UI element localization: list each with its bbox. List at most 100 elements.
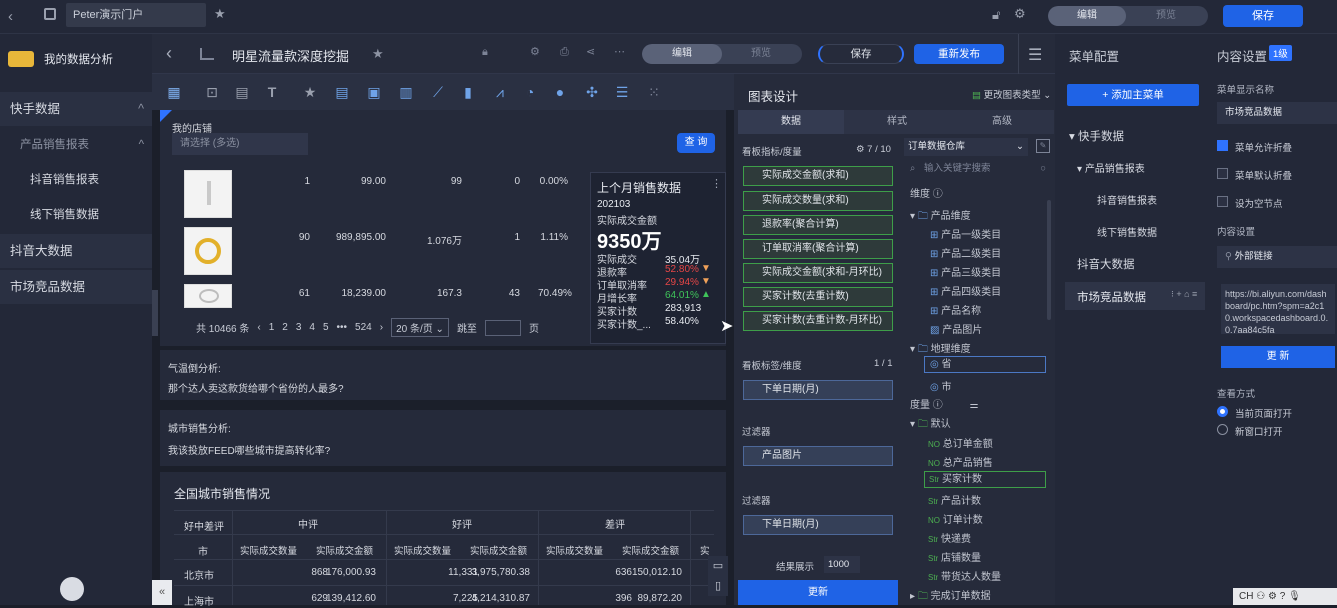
star-icon[interactable]: ★ [300, 82, 320, 102]
tree-folder[interactable]: ▸ 🗀︎ 完成订单数据 [910, 587, 991, 606]
url-textarea[interactable]: https://bi.aliyun.com/dashboard/pc.htm?s… [1221, 284, 1335, 334]
save-button[interactable]: 保存 [1223, 5, 1303, 27]
page-button[interactable]: 524 [355, 322, 372, 333]
query-button[interactable]: 查 询 [677, 133, 715, 153]
star-icon[interactable]: ★ [214, 6, 226, 22]
pivot-icon[interactable]: ▥ [396, 82, 416, 102]
ime-icon[interactable]: ⚇ [1256, 591, 1265, 602]
lock-icon[interactable]: 🔓︎ [992, 7, 1000, 23]
measure-field[interactable]: Str 店铺数量 [928, 549, 981, 564]
bubble-chart-icon[interactable]: ● [550, 82, 570, 102]
update-chart-button[interactable]: 更新 [738, 580, 898, 605]
sidebar-item-product-sales[interactable]: 产品销售报表 ^ [0, 128, 152, 162]
avatar[interactable] [60, 577, 84, 601]
list-icon[interactable]: ☰ [612, 82, 632, 102]
star-icon[interactable]: ★ [372, 46, 384, 62]
scatter-chart-icon[interactable]: ✣ [582, 82, 602, 102]
menu-icon[interactable]: ☰ [1028, 45, 1042, 65]
tree-field[interactable]: ◎ 市 [930, 378, 952, 393]
field-search-input[interactable]: ⌕ 输入关键字搜索 ○ [904, 160, 1050, 178]
tree-folder[interactable]: ▾ 🗀︎ 产品维度 [910, 207, 971, 226]
edit-dataset-icon[interactable]: ✎ [1036, 139, 1050, 153]
measure-field[interactable]: NO 总产品销售 [928, 454, 993, 469]
sidebar-item-douyin-sales[interactable]: 抖音销售报表 [0, 163, 152, 197]
page-button[interactable]: 1 [269, 322, 275, 333]
tab-advanced[interactable]: 高级 [950, 110, 1054, 134]
prev-page-icon[interactable]: ‹ [257, 322, 260, 333]
filter-field[interactable]: 产品图片 [743, 446, 893, 466]
tree-field[interactable]: ⊞ 产品一级类目 [930, 226, 1001, 241]
tree-scrollbar[interactable] [1047, 200, 1051, 320]
menu-item-douyin-big-data[interactable]: 抖音大数据 [1077, 256, 1135, 272]
dimension-field[interactable]: 下单日期(月) [743, 380, 893, 400]
measure-field[interactable]: Str 快递费 [928, 530, 971, 545]
indicator-field[interactable]: 实际成交金额(求和) [743, 166, 893, 186]
open-new-window-radio[interactable] [1217, 424, 1228, 435]
combo-chart-icon[interactable]: ⩘ [490, 82, 510, 102]
scroll-top-icon[interactable]: « [152, 580, 172, 605]
sidebar-item-market-competitor[interactable]: 市场竞品数据 [0, 270, 152, 304]
indicator-field[interactable]: 实际成交数量(求和) [743, 191, 893, 211]
menu-item-market-competitor[interactable]: 市场竞品数据 ⁝ + ⌂ ≡ [1065, 282, 1205, 310]
tree-field[interactable]: ⊞ 产品三级类目 [930, 264, 1001, 279]
jump-input[interactable] [484, 319, 521, 336]
tab-data[interactable]: 数据 [738, 110, 844, 134]
dashboard-preview-tab[interactable]: 预览 [722, 44, 800, 64]
page-ellipsis[interactable]: ••• [337, 322, 348, 333]
help-icon[interactable]: ? [1280, 591, 1286, 602]
analysis-card-temperature[interactable]: 气温倒分析: 那个达人卖这款货给哪个省份的人最多? [160, 350, 726, 400]
analysis-card-city[interactable]: 城市销售分析: 我该投放FEED哪些城市提高转化率? [160, 410, 726, 466]
sidebar-item-offline-sales[interactable]: 线下销售数据 [0, 198, 152, 232]
indicator-field[interactable]: 买家计数(去重计数) [743, 287, 893, 307]
page-button[interactable]: 5 [323, 322, 329, 333]
measure-field[interactable]: Str 产品计数 [928, 492, 981, 507]
dashboard-edit-tab[interactable]: 编辑 [642, 44, 722, 64]
line-chart-icon[interactable]: ⟋ [428, 82, 448, 102]
device-switch[interactable]: ▭ ▯ [708, 556, 728, 596]
sidebar-item-douyin-big-data[interactable]: 抖音大数据 [0, 234, 152, 268]
indicator-field[interactable]: 实际成交金额(求和-月环比) [743, 263, 893, 283]
tree-field[interactable]: ▨ 产品图片 [930, 321, 982, 336]
menu-item-actions-icon[interactable]: ⁝ + ⌂ ≡ [1171, 289, 1197, 300]
dashboard-save-button[interactable]: 保存 [818, 44, 904, 64]
menu-item-offline-sales[interactable]: 线下销售数据 [1097, 224, 1157, 239]
mode-switch[interactable]: 编辑 预览 [1048, 6, 1208, 26]
settings-icon[interactable]: ⚙ [530, 45, 540, 58]
sidebar-collapse-handle[interactable] [152, 290, 158, 336]
indicator-field[interactable]: 买家计数(去重计数-月环比) [743, 311, 893, 331]
lock-icon[interactable]: 🔒︎ [482, 46, 488, 59]
open-current-radio[interactable] [1217, 406, 1228, 417]
card-icon[interactable]: ▣ [364, 82, 384, 102]
allow-collapse-checkbox[interactable] [1217, 140, 1228, 151]
tree-folder[interactable]: ▾ 🗀︎ 默认 [910, 415, 951, 434]
page-button[interactable]: 4 [309, 322, 315, 333]
back-icon[interactable]: ‹ [8, 8, 13, 25]
sidebar-item-kuaishou[interactable]: 快手数据 ^ [0, 92, 152, 126]
republish-button[interactable]: 重新发布 [914, 44, 1004, 64]
language-indicator[interactable]: CH [1239, 591, 1253, 602]
mic-icon[interactable]: 🎙︎ [1288, 591, 1301, 602]
content-type-select[interactable]: ⚲ 外部链接 [1217, 246, 1337, 268]
measure-field-selected[interactable]: Str 买家计数 [924, 471, 1046, 488]
measure-field[interactable]: NO 总订单金额 [928, 435, 993, 450]
menu-item-product-sales[interactable]: ▾ 产品销售报表 [1077, 160, 1145, 175]
gear-icon[interactable]: ⚙ [1014, 6, 1026, 22]
empty-node-checkbox[interactable] [1217, 196, 1228, 207]
mode-preview-tab[interactable]: 预览 [1126, 6, 1206, 26]
change-chart-type[interactable]: ▤ 更改图表类型 ⌄ [972, 87, 1051, 101]
result-input[interactable]: 1000 [824, 556, 860, 573]
shop-select[interactable]: 请选择 (多选) [172, 133, 308, 155]
export-icon[interactable]: ⎙ [560, 46, 569, 59]
measure-field[interactable]: Str 带货达人数量 [928, 568, 1001, 583]
filter-field[interactable]: 下单日期(月) [743, 515, 893, 535]
indicator-field[interactable]: 退款率(聚合计算) [743, 215, 893, 235]
bar-chart-icon[interactable]: ▮ [458, 82, 478, 102]
page-size-select[interactable]: 20 条/页 ⌄ [391, 318, 449, 337]
more-icon[interactable]: ⋯ [614, 45, 625, 58]
measure-field[interactable]: NO 订单计数 [928, 511, 983, 526]
tree-field[interactable]: ⊞ 产品二级类目 [930, 245, 1001, 260]
tree-field-selected[interactable]: ◎ 省 [924, 356, 1046, 373]
refresh-icon[interactable]: ○ [1040, 160, 1046, 178]
default-collapse-checkbox[interactable] [1217, 168, 1228, 179]
tree-field[interactable]: ⊞ 产品名称 [930, 302, 981, 317]
